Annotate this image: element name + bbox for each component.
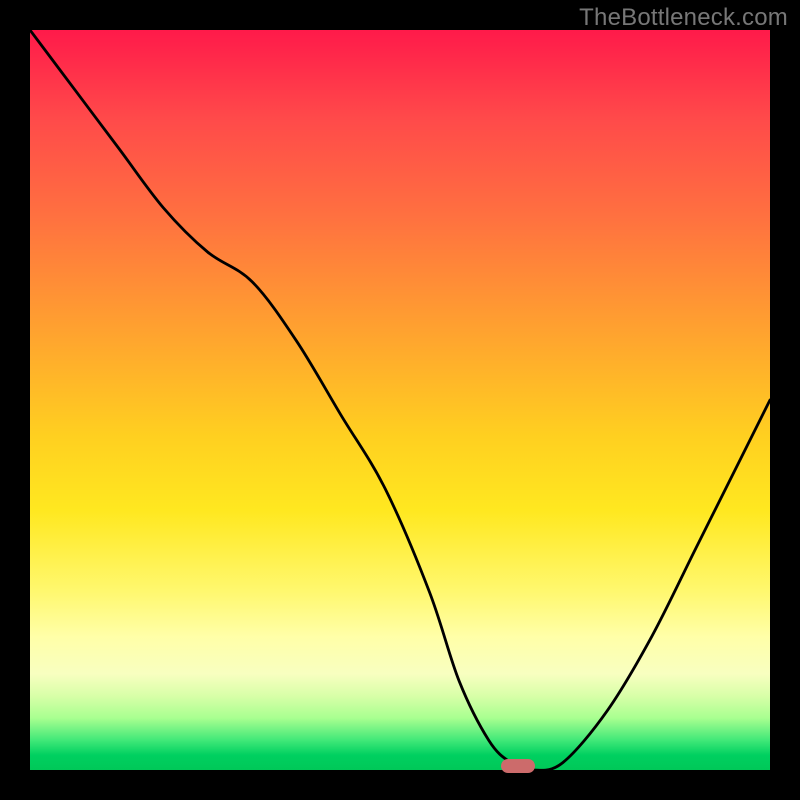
optimal-marker	[501, 759, 535, 773]
curve-layer	[30, 30, 770, 770]
watermark-text: TheBottleneck.com	[579, 4, 788, 32]
bottleneck-curve	[30, 30, 770, 770]
plot-area	[30, 30, 770, 770]
chart-frame: TheBottleneck.com	[0, 0, 800, 800]
